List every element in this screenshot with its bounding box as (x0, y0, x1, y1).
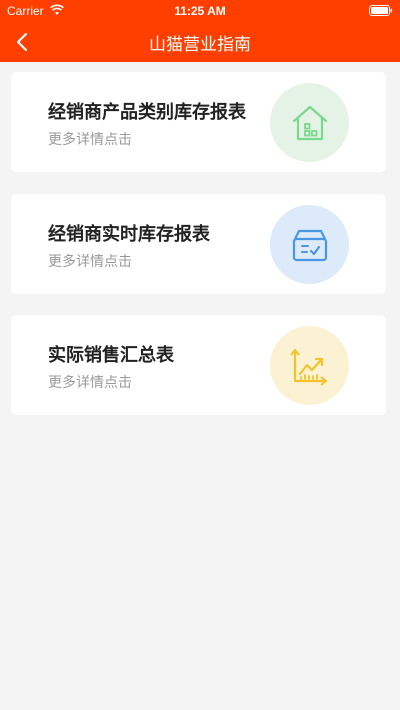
icon-circle (270, 83, 349, 162)
card-title: 经销商实时库存报表 (48, 224, 210, 245)
card-title: 实际销售汇总表 (48, 345, 174, 366)
inbox-check-icon (292, 229, 328, 262)
status-bar: Carrier 11:25 AM (0, 0, 400, 22)
report-card-product-category-inventory[interactable]: 经销商产品类别库存报表 更多详情点击 (11, 72, 386, 172)
card-subtitle: 更多详情点击 (48, 254, 132, 270)
page-title: 山猫营业指南 (149, 35, 251, 55)
report-card-sales-summary[interactable]: 实际销售汇总表 更多详情点击 (11, 315, 386, 415)
card-subtitle: 更多详情点击 (48, 375, 132, 391)
icon-circle (270, 326, 349, 405)
house-icon (292, 105, 328, 141)
card-subtitle: 更多详情点击 (48, 132, 132, 148)
battery-icon (369, 5, 393, 16)
header: Carrier 11:25 AM 山猫营业指南 (0, 0, 400, 62)
status-time: 11:25 AM (174, 4, 226, 18)
trend-chart-icon (290, 349, 327, 386)
card-title: 经销商产品类别库存报表 (48, 102, 246, 123)
icon-circle (270, 205, 349, 284)
report-card-realtime-inventory[interactable]: 经销商实时库存报表 更多详情点击 (11, 194, 386, 294)
navbar: 山猫营业指南 (0, 22, 400, 62)
